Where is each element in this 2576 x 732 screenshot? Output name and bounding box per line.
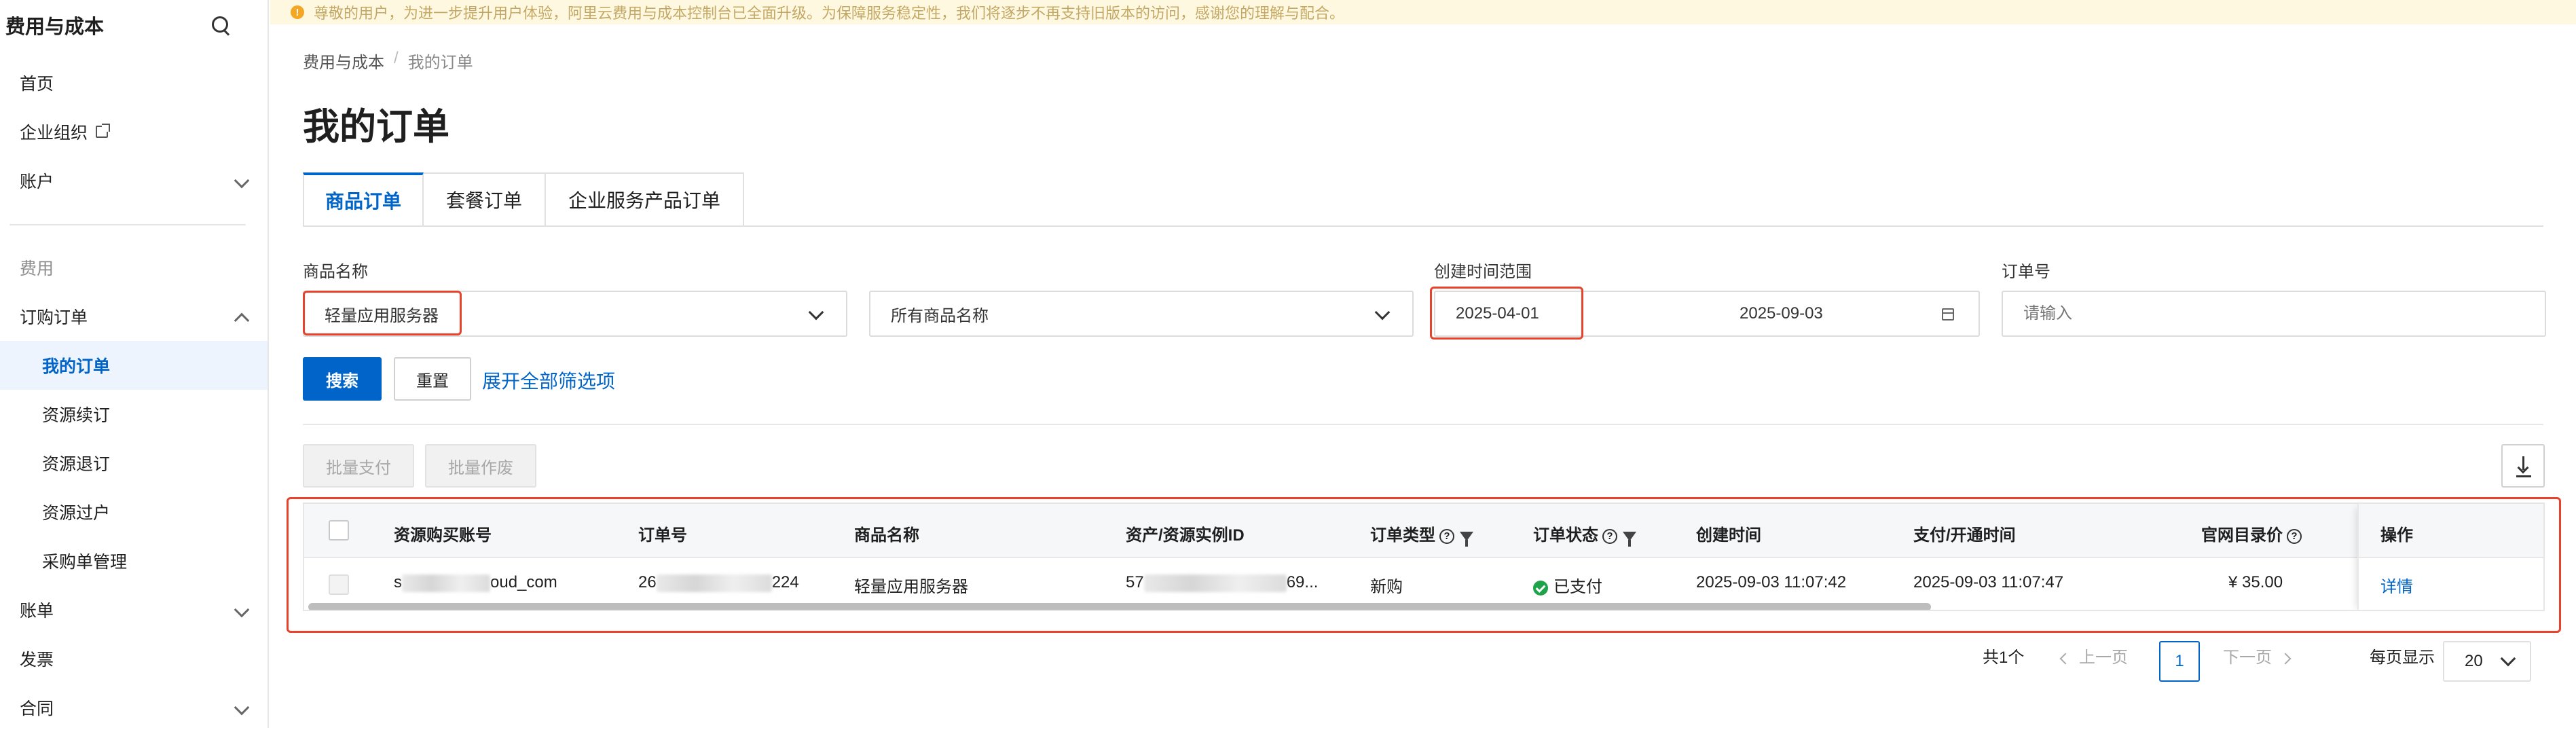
sidebar-item-account[interactable]: 账户 (0, 156, 268, 205)
sidebar-item-label: 发票 (20, 651, 54, 670)
next-page-button[interactable]: 下一页 (2223, 644, 2292, 667)
sidebar-item-label: 资源续订 (42, 406, 111, 425)
breadcrumb-current: 我的订单 (407, 54, 473, 72)
search-icon[interactable] (209, 14, 232, 37)
tabs-divider (303, 225, 2543, 227)
next-page-label: 下一页 (2223, 648, 2272, 667)
sidebar-item-refund[interactable]: 资源退订 (0, 439, 268, 488)
sidebar-item-orders[interactable]: 订购订单 (0, 292, 268, 341)
tab-product-orders[interactable]: 商品订单 (303, 172, 424, 227)
sidebar-item-home[interactable]: 首页 (0, 58, 268, 107)
sidebar-item-label: 首页 (20, 75, 54, 94)
search-button[interactable]: 搜索 (303, 357, 382, 401)
chevron-left-icon (2059, 653, 2072, 665)
calendar-icon[interactable] (1942, 308, 1954, 321)
chevron-down-icon (2500, 651, 2516, 667)
highlight-box-table (287, 497, 2561, 633)
sidebar-item-contract[interactable]: 合同 (0, 683, 268, 732)
breadcrumb-separator: / (394, 49, 399, 67)
sidebar-item-label: 合同 (20, 699, 54, 718)
date-range-label: 创建时间范围 (1434, 263, 1532, 281)
download-icon-base (2516, 475, 2531, 477)
chevron-down-icon (234, 172, 250, 189)
sidebar-item-label: 订购订单 (20, 308, 88, 327)
order-tabs: 商品订单 套餐订单 企业服务产品订单 (303, 172, 744, 227)
sidebar-item-enterprise[interactable]: 企业组织 (0, 107, 268, 156)
sidebar-item-renew[interactable]: 资源续订 (0, 390, 268, 439)
sidebar-item-label: 资源退订 (42, 455, 111, 474)
breadcrumb: 费用与成本 / 我的订单 (303, 49, 473, 73)
page-title: 我的订单 (303, 107, 449, 147)
chevron-up-icon (234, 312, 250, 329)
highlight-box-date (1430, 287, 1583, 340)
sidebar-item-label: 账单 (20, 602, 54, 621)
section-divider (303, 424, 2543, 425)
batch-pay-button[interactable]: 批量支付 (303, 444, 414, 488)
download-button[interactable] (2501, 444, 2545, 488)
reset-button[interactable]: 重置 (394, 357, 471, 401)
info-icon: ! (291, 5, 304, 19)
sidebar-item-label: 企业组织 (20, 124, 88, 143)
prev-page-label: 上一页 (2079, 648, 2128, 667)
prev-page-button[interactable]: 上一页 (2059, 644, 2128, 667)
sidebar-item-my-orders[interactable]: 我的订单 (0, 341, 268, 390)
tab-package-orders[interactable]: 套餐订单 (424, 172, 546, 227)
product-name-select-value: 所有商品名称 (891, 306, 989, 325)
per-page-label: 每页显示 (2370, 648, 2435, 667)
chevron-down-icon (1374, 304, 1391, 321)
date-end[interactable]: 2025-09-03 (1740, 304, 1823, 323)
download-icon-head (2517, 462, 2529, 474)
sidebar-item-transfer[interactable]: 资源过户 (0, 488, 268, 536)
tab-enterprise-service-orders[interactable]: 企业服务产品订单 (546, 172, 744, 227)
sidebar-group-label: 费用 (20, 259, 54, 278)
sidebar-item-label: 我的订单 (42, 357, 111, 376)
product-name-select[interactable]: 所有商品名称 (869, 291, 1414, 337)
sidebar-title: 费用与成本 (5, 16, 105, 38)
order-no-input[interactable] (2002, 291, 2546, 337)
chevron-down-icon (234, 602, 250, 618)
order-no-label: 订单号 (2002, 263, 2050, 281)
batch-void-button[interactable]: 批量作废 (425, 444, 536, 488)
notice-text: 尊敬的用户，为进一步提升用户体验，阿里云费用与成本控制台已全面升级。为保障服务稳… (314, 5, 1345, 22)
page-number-1[interactable]: 1 (2159, 641, 2200, 682)
sidebar-item-invoice[interactable]: 发票 (0, 634, 268, 683)
sidebar-item-label: 采购单管理 (42, 553, 128, 572)
sidebar: 费用与成本 首页 企业组织 账户 费用 订购订单 我的订单 资源续订 资源退订 … (0, 0, 269, 728)
sidebar-item-bills[interactable]: 账单 (0, 585, 268, 634)
highlight-box-product (303, 291, 462, 335)
sidebar-item-purchase-mgmt[interactable]: 采购单管理 (0, 536, 268, 585)
chevron-down-icon (808, 304, 824, 321)
chevron-down-icon (234, 699, 250, 716)
per-page-select[interactable]: 20 (2443, 641, 2531, 682)
sidebar-divider (10, 224, 246, 225)
per-page-value: 20 (2465, 652, 2483, 670)
breadcrumb-root[interactable]: 费用与成本 (303, 49, 384, 73)
notice-bar: ! 尊敬的用户，为进一步提升用户体验，阿里云费用与成本控制台已全面升级。为保障服… (270, 0, 2576, 24)
product-name-label: 商品名称 (303, 263, 368, 281)
sidebar-header: 费用与成本 (5, 10, 263, 41)
external-link-icon (96, 124, 111, 138)
total-count: 共1个 (1983, 648, 2025, 667)
sidebar-item-label: 资源过户 (42, 504, 111, 523)
expand-filters-link[interactable]: 展开全部筛选项 (482, 367, 615, 394)
sidebar-group-fee: 费用 (0, 243, 268, 292)
chevron-right-icon (2279, 653, 2292, 665)
sidebar-item-label: 账户 (20, 172, 54, 191)
